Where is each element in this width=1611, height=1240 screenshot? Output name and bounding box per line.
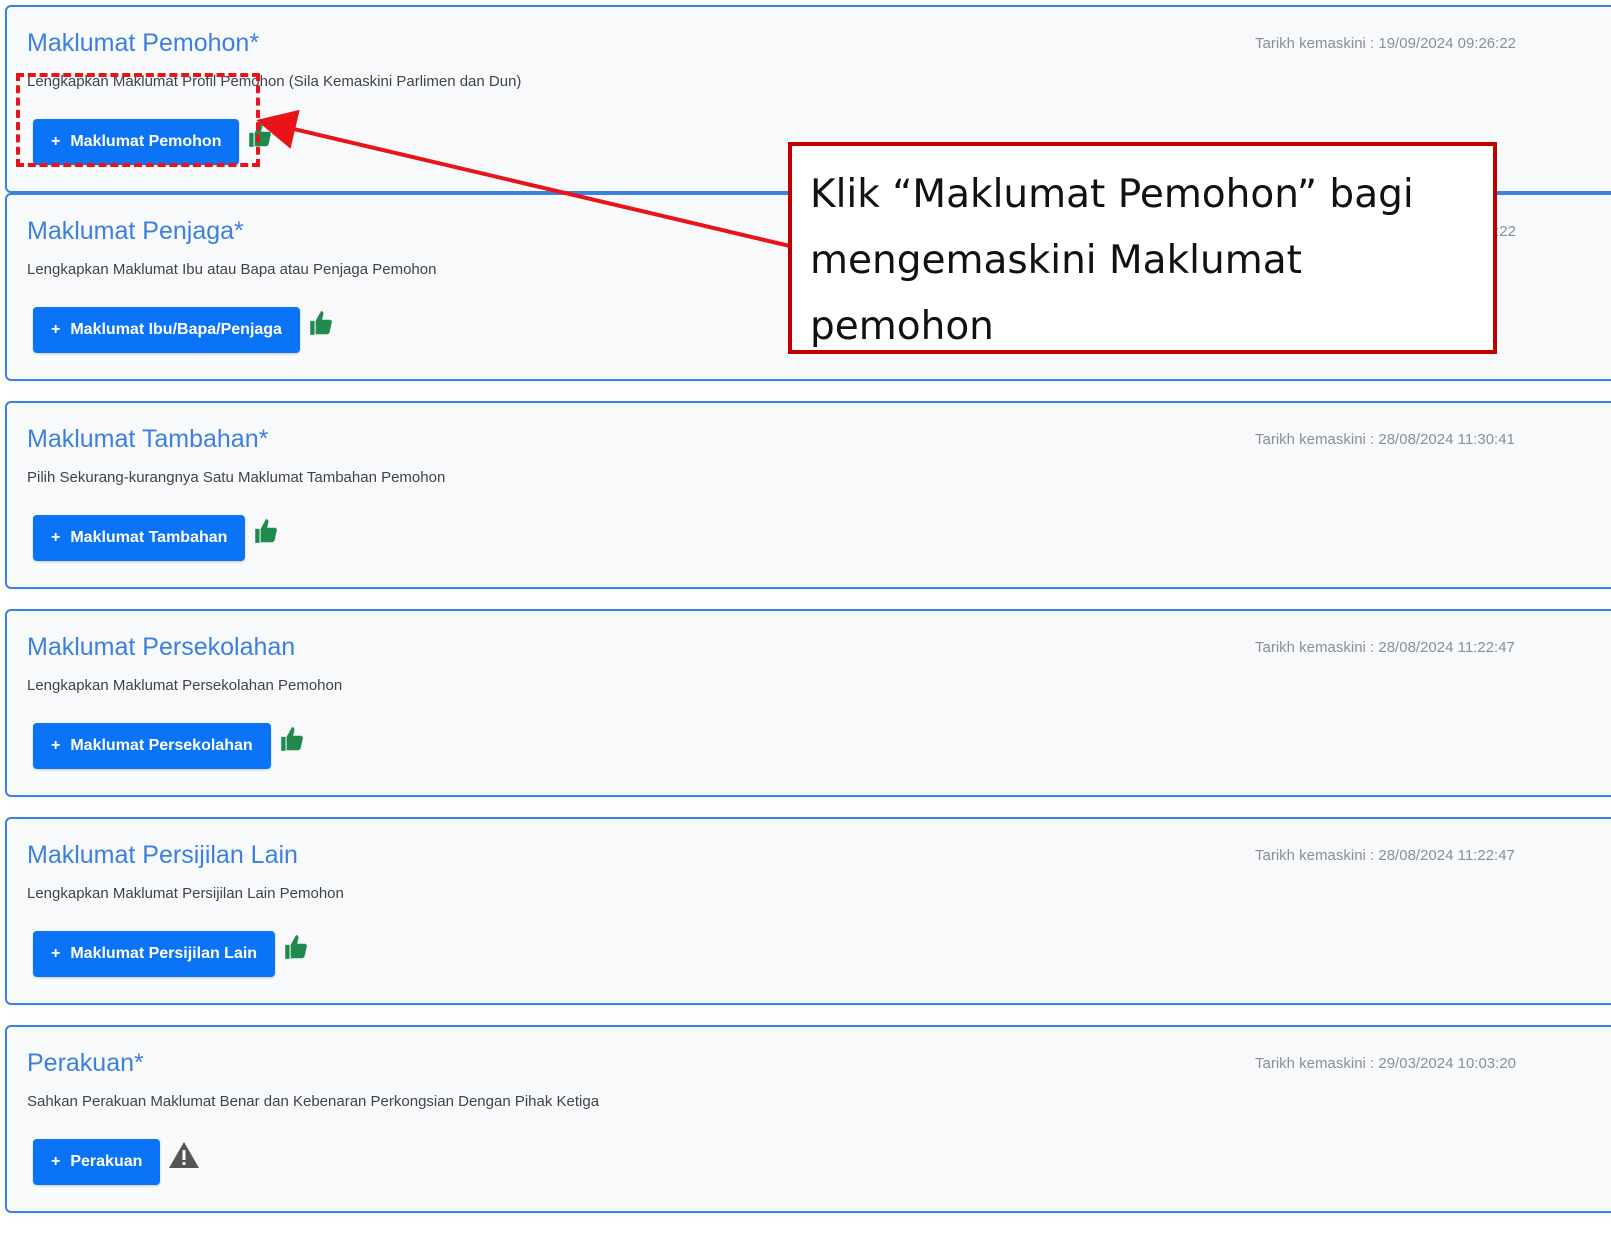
plus-icon: + xyxy=(51,1153,61,1170)
highlight-box xyxy=(16,73,260,167)
plus-icon: + xyxy=(51,321,61,338)
button-label: Maklumat Ibu/Bapa/Penjaga xyxy=(70,321,282,338)
open-section-button[interactable]: + Maklumat Persekolahan xyxy=(33,723,271,769)
callout-text: Klik “Maklumat Pemohon” bagi mengemaskin… xyxy=(810,172,1414,349)
section-description: Lengkapkan Maklumat Persekolahan Pemohon xyxy=(27,677,343,694)
thumbs-up-icon xyxy=(283,933,309,961)
thumbs-up-icon xyxy=(308,309,334,337)
section-action: + Perakuan xyxy=(33,1139,200,1185)
section-description: Pilih Sekurang-kurangnya Satu Maklumat T… xyxy=(27,469,446,486)
annotation-callout: Klik “Maklumat Pemohon” bagi mengemaskin… xyxy=(788,142,1497,354)
section-description: Lengkapkan Maklumat Ibu atau Bapa atau P… xyxy=(27,261,437,278)
last-updated-text: Tarikh kemaskini : 28/08/2024 11:22:47 xyxy=(1255,847,1515,864)
last-updated-text: Tarikh kemaskini : 29/03/2024 10:03:20 xyxy=(1255,1055,1516,1072)
section-action: + Maklumat Tambahan xyxy=(33,515,279,561)
section-description: Lengkapkan Maklumat Persijilan Lain Pemo… xyxy=(27,885,344,902)
warning-icon xyxy=(168,1141,200,1169)
section-title: Maklumat Persekolahan xyxy=(27,633,296,661)
thumbs-up-icon xyxy=(279,725,305,753)
section-card: Maklumat Persijilan Lain Tarikh kemaskini… xyxy=(5,817,1611,1005)
section-card: Perakuan* Tarikh kemaskini : 29/03/2024 1… xyxy=(5,1025,1611,1213)
section-action: + Maklumat Persijilan Lain xyxy=(33,931,309,977)
button-label: Maklumat Persijilan Lain xyxy=(70,945,258,962)
last-updated-text: Tarikh kemaskini : 19/09/2024 09:26:22 xyxy=(1255,35,1516,52)
section-description: Sahkan Perakuan Maklumat Benar dan Keben… xyxy=(27,1093,600,1110)
button-label: Perakuan xyxy=(70,1153,143,1170)
button-label: Maklumat Persekolahan xyxy=(70,737,253,754)
section-action: + Maklumat Ibu/Bapa/Penjaga xyxy=(33,307,334,353)
application-form-page: Maklumat Pemohon* Tarikh kemaskini : 19/0… xyxy=(0,0,1611,1240)
section-title: Maklumat Pemohon* xyxy=(27,29,260,57)
plus-icon: + xyxy=(51,945,61,962)
open-section-button[interactable]: + Maklumat Tambahan xyxy=(33,515,246,561)
section-title: Maklumat Penjaga* xyxy=(27,217,244,245)
open-section-button[interactable]: + Perakuan xyxy=(33,1139,161,1185)
section-title: Maklumat Persijilan Lain xyxy=(27,841,298,869)
section-title: Maklumat Tambahan* xyxy=(27,425,269,453)
plus-icon: + xyxy=(51,737,61,754)
open-section-button[interactable]: + Maklumat Ibu/Bapa/Penjaga xyxy=(33,307,300,353)
last-updated-text: Tarikh kemaskini : 28/08/2024 11:30:41 xyxy=(1255,431,1515,448)
open-section-button[interactable]: + Maklumat Persijilan Lain xyxy=(33,931,276,977)
thumbs-up-icon xyxy=(253,517,279,545)
section-title: Perakuan* xyxy=(27,1049,144,1077)
last-updated-text: Tarikh kemaskini : 28/08/2024 11:22:47 xyxy=(1255,639,1515,656)
button-label: Maklumat Tambahan xyxy=(70,529,228,546)
section-action: + Maklumat Persekolahan xyxy=(33,723,305,769)
section-card: Maklumat Tambahan* Tarikh kemaskini : 28/… xyxy=(5,401,1611,589)
section-card: Maklumat Persekolahan Tarikh kemaskini : … xyxy=(5,609,1611,797)
plus-icon: + xyxy=(51,529,61,546)
